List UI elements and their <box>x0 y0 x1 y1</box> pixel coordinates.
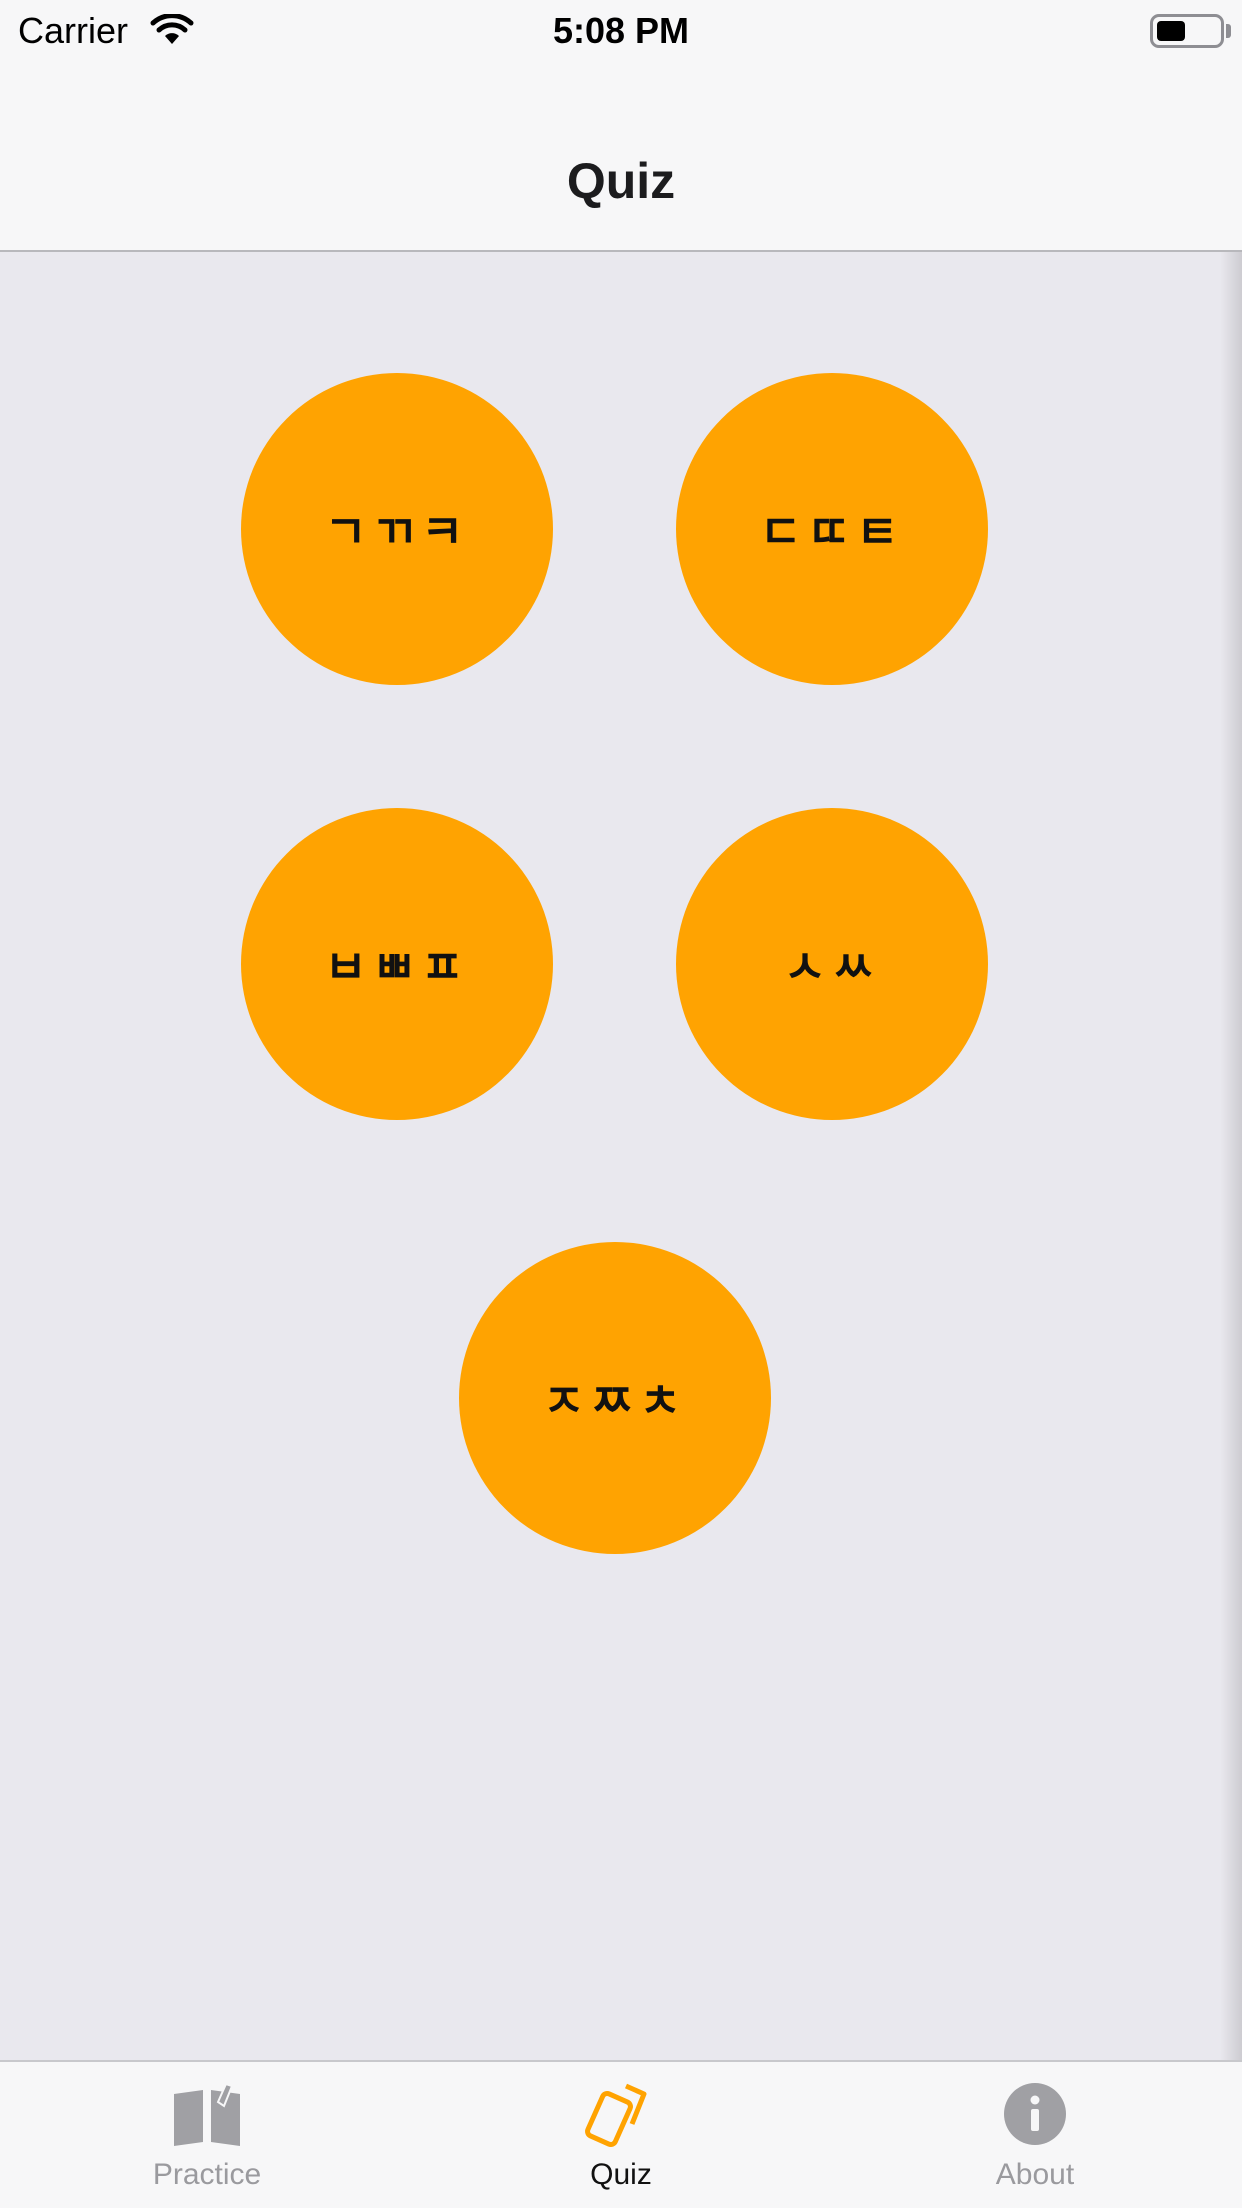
quiz-group-label: ㅂㅃㅍ <box>324 940 470 994</box>
quiz-group-button[interactable]: ㄷㄸㅌ <box>676 373 988 685</box>
quiz-content <box>0 252 1242 2060</box>
status-time: 5:08 PM <box>552 10 690 51</box>
battery-icon <box>1150 14 1224 48</box>
quiz-group-button[interactable]: ㅂㅃㅍ <box>241 808 553 1120</box>
quiz-group-button[interactable]: ㅅㅆ <box>676 808 988 1120</box>
quiz-group-button[interactable]: ㄱㄲㅋ <box>241 373 553 685</box>
cards-icon <box>585 2083 647 2148</box>
status-bar: Carrier 5:08 PM <box>0 0 1242 60</box>
info-icon <box>1004 2083 1066 2145</box>
quiz-group-label: ㅅㅆ <box>783 940 881 994</box>
book-icon <box>174 2082 240 2146</box>
tab-about[interactable]: About <box>828 2062 1242 2208</box>
battery-tip <box>1226 24 1231 38</box>
content-shadow-edge <box>1220 252 1242 2060</box>
tab-bar: Practice Quiz About <box>0 2060 1242 2208</box>
quiz-group-button[interactable]: ㅈㅉㅊ <box>459 1242 771 1554</box>
tab-label: Practice <box>152 2158 262 2191</box>
quiz-group-label: ㅈㅉㅊ <box>542 1374 688 1428</box>
quiz-group-label: ㄷㄸㅌ <box>759 505 905 559</box>
tab-practice[interactable]: Practice <box>0 2062 414 2208</box>
quiz-group-label: ㄱㄲㅋ <box>324 505 470 559</box>
tab-quiz[interactable]: Quiz <box>414 2062 828 2208</box>
tab-label: Quiz <box>590 2158 652 2191</box>
navigation-bar: Quiz <box>0 60 1242 252</box>
tab-label: About <box>995 2158 1075 2191</box>
page-title: Quiz <box>566 153 676 209</box>
